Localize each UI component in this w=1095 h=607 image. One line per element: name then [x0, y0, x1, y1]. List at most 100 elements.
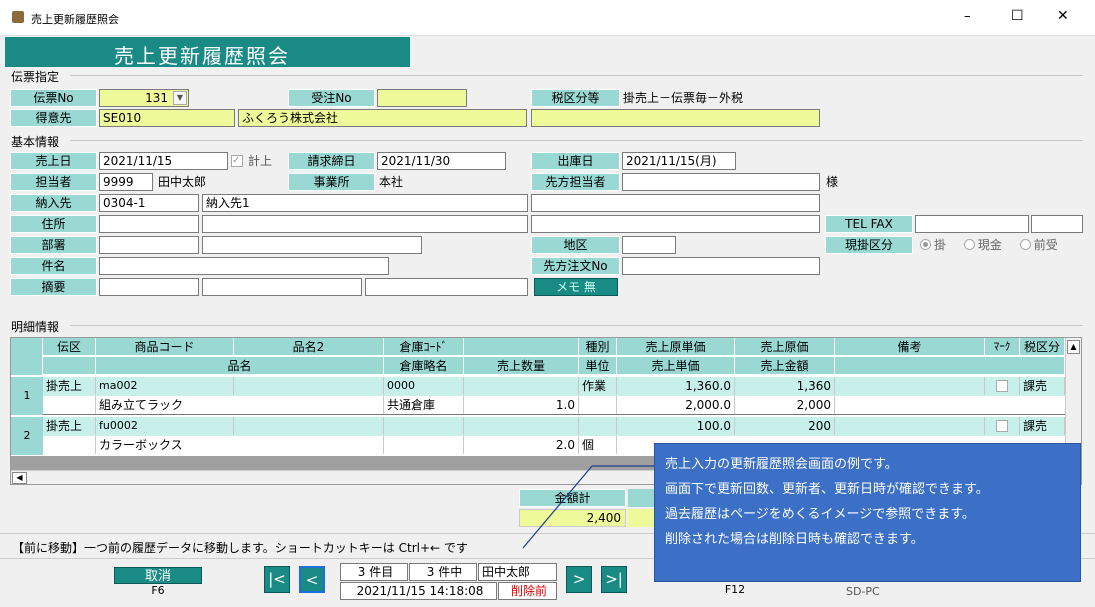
table-row[interactable]: 1 掛売上 ma002 0000 作業 1,360.0 1,360 課売 組み立… [11, 377, 1065, 415]
col-zeiku: 税区分 [1020, 338, 1065, 356]
cell-biko [835, 417, 985, 435]
tanto-code-field[interactable]: 9999 [99, 173, 153, 191]
busho-field-1[interactable] [99, 236, 199, 254]
busho-label: 部署 [10, 236, 97, 254]
cell-mark [985, 417, 1020, 435]
banner-title: 売上更新履歴照会 [114, 44, 290, 68]
cancel-button[interactable]: 取消 F6 [114, 567, 202, 599]
chiku-field[interactable] [622, 236, 676, 254]
cancel-label: 取消 [114, 567, 202, 584]
col-genka: 売上原価 [735, 338, 835, 356]
cell-mark [985, 377, 1020, 395]
tekiyo-field-2[interactable] [202, 278, 362, 296]
jusho-field-1[interactable] [99, 215, 199, 233]
row-number: 1 [11, 377, 43, 415]
jusho-field-2[interactable] [202, 215, 528, 233]
saki-tanto-label: 先方担当者 [531, 173, 620, 191]
uriagebi-field[interactable]: 2021/11/15 [99, 152, 228, 170]
cancel-key: F6 [151, 584, 165, 597]
tokui-name-field[interactable]: ふくろう株式会社 [238, 109, 527, 127]
next-record-button[interactable]: > [566, 566, 592, 593]
maximize-button[interactable]: ☐ [1011, 8, 1024, 24]
close-button[interactable]: ✕ [1057, 8, 1069, 24]
pc-name: SD-PC [846, 585, 880, 598]
cell-suryo: 2.0 [464, 436, 579, 454]
cell-soko-name: 共通倉庫 [384, 396, 464, 414]
first-record-button[interactable]: |< [264, 566, 290, 593]
cell-genka: 200 [735, 417, 835, 435]
radio-genkin[interactable] [963, 239, 975, 250]
tooltip: 売上入力の更新履歴照会画面の例です。 画面下で更新回数、更新者、更新日時が確認で… [654, 443, 1081, 582]
kenmei-field[interactable] [99, 257, 389, 275]
tooltip-line: 削除された場合は削除日時も確認できます。 [665, 532, 924, 547]
cell-gentanka: 100.0 [617, 417, 735, 435]
prev-record-button[interactable]: < [299, 566, 325, 593]
cell-gentanka: 1,360.0 [617, 377, 735, 395]
cell-zeiku: 課売 [1020, 417, 1065, 435]
status-message: 【前に移動】一つ前の履歴データに移動します。ショートカットキーは Ctrl+← … [12, 541, 468, 555]
jusho-field-3[interactable] [531, 215, 820, 233]
nonyu-name-field[interactable]: 納入先1 [202, 194, 528, 212]
cell-hinmei2 [234, 377, 384, 395]
radio-maeuke[interactable] [1019, 239, 1031, 250]
cell-empty [43, 436, 96, 454]
scroll-up-icon[interactable]: ▲ [1067, 340, 1080, 354]
cell-kingaku: 2,000 [735, 396, 835, 414]
cell-hinmei: カラーボックス [96, 436, 384, 454]
section-kihon: 基本情報 [11, 135, 60, 149]
tekiyo-field-1[interactable] [99, 278, 199, 296]
saki-tanto-field[interactable] [622, 173, 820, 191]
juchu-no-field[interactable] [377, 89, 467, 107]
radio-maeuke-label: 前受 [1033, 238, 1058, 252]
tel-field[interactable] [915, 215, 1029, 233]
col-shubetsu: 種別 [579, 338, 617, 356]
memo-button[interactable]: メモ 無 [534, 278, 618, 296]
total-value-2 [628, 509, 656, 527]
nonyu-extra-field[interactable] [531, 194, 820, 212]
tokui-label: 得意先 [10, 109, 97, 127]
chevron-down-icon[interactable]: ▼ [173, 91, 187, 105]
saki-chumon-field[interactable] [622, 257, 820, 275]
tokui-extra-field[interactable] [531, 109, 820, 127]
nonyu-code-field[interactable]: 0304-1 [99, 194, 199, 212]
f12-key: F12 [724, 583, 746, 596]
jigyo-value: 本社 [379, 175, 404, 189]
record-total: 3 件中 [409, 563, 477, 581]
total-label-2 [628, 489, 656, 507]
juchu-no-label: 受注No [288, 89, 375, 107]
col-hinmei2: 品名2 [234, 338, 384, 356]
tekiyo-field-3[interactable] [365, 278, 528, 296]
last-record-button[interactable]: >| [601, 566, 627, 593]
minimize-button[interactable]: – [964, 9, 971, 24]
radio-kake-label: 掛 [934, 238, 947, 252]
zeiku-value: 掛売上－伝票毎－外税 [623, 91, 744, 105]
cell-biko [835, 377, 985, 395]
cell-code: ma002 [96, 377, 234, 395]
mark-checkbox[interactable] [996, 420, 1008, 432]
kenmei-label: 件名 [10, 257, 97, 275]
tanto-label: 担当者 [10, 173, 97, 191]
jigyo-label: 事業所 [288, 173, 375, 191]
cell-zeiku: 課売 [1020, 377, 1065, 395]
total-label: 金額計 [519, 489, 626, 507]
col-soko-name: 倉庫略名 [384, 357, 464, 375]
busho-field-2[interactable] [202, 236, 422, 254]
cell-denku: 掛売上 [43, 417, 96, 435]
denpyo-no-label: 伝票No [10, 89, 97, 107]
radio-kake[interactable] [920, 239, 931, 250]
keijo-checkbox[interactable]: ✓ [231, 155, 243, 167]
scroll-left-icon[interactable]: ◀ [12, 472, 27, 484]
cell-code: fu0002 [96, 417, 234, 435]
uriagebi-label: 売上日 [10, 152, 97, 170]
fax-field[interactable] [1031, 215, 1083, 233]
col-mark: ﾏｰｸ [985, 338, 1020, 356]
banner: 売上更新履歴照会 [5, 37, 410, 68]
shukko-field[interactable]: 2021/11/15(月) [622, 152, 736, 170]
mark-checkbox[interactable] [996, 380, 1008, 392]
seikyu-field[interactable]: 2021/11/30 [377, 152, 506, 170]
genkake-radios: 掛 現金 前受 [920, 236, 1058, 254]
col2-blank [43, 357, 96, 375]
tokui-code-field[interactable]: SE010 [99, 109, 235, 127]
f12-button[interactable]: F12 [692, 582, 778, 599]
col-denku: 伝区 [43, 338, 96, 356]
